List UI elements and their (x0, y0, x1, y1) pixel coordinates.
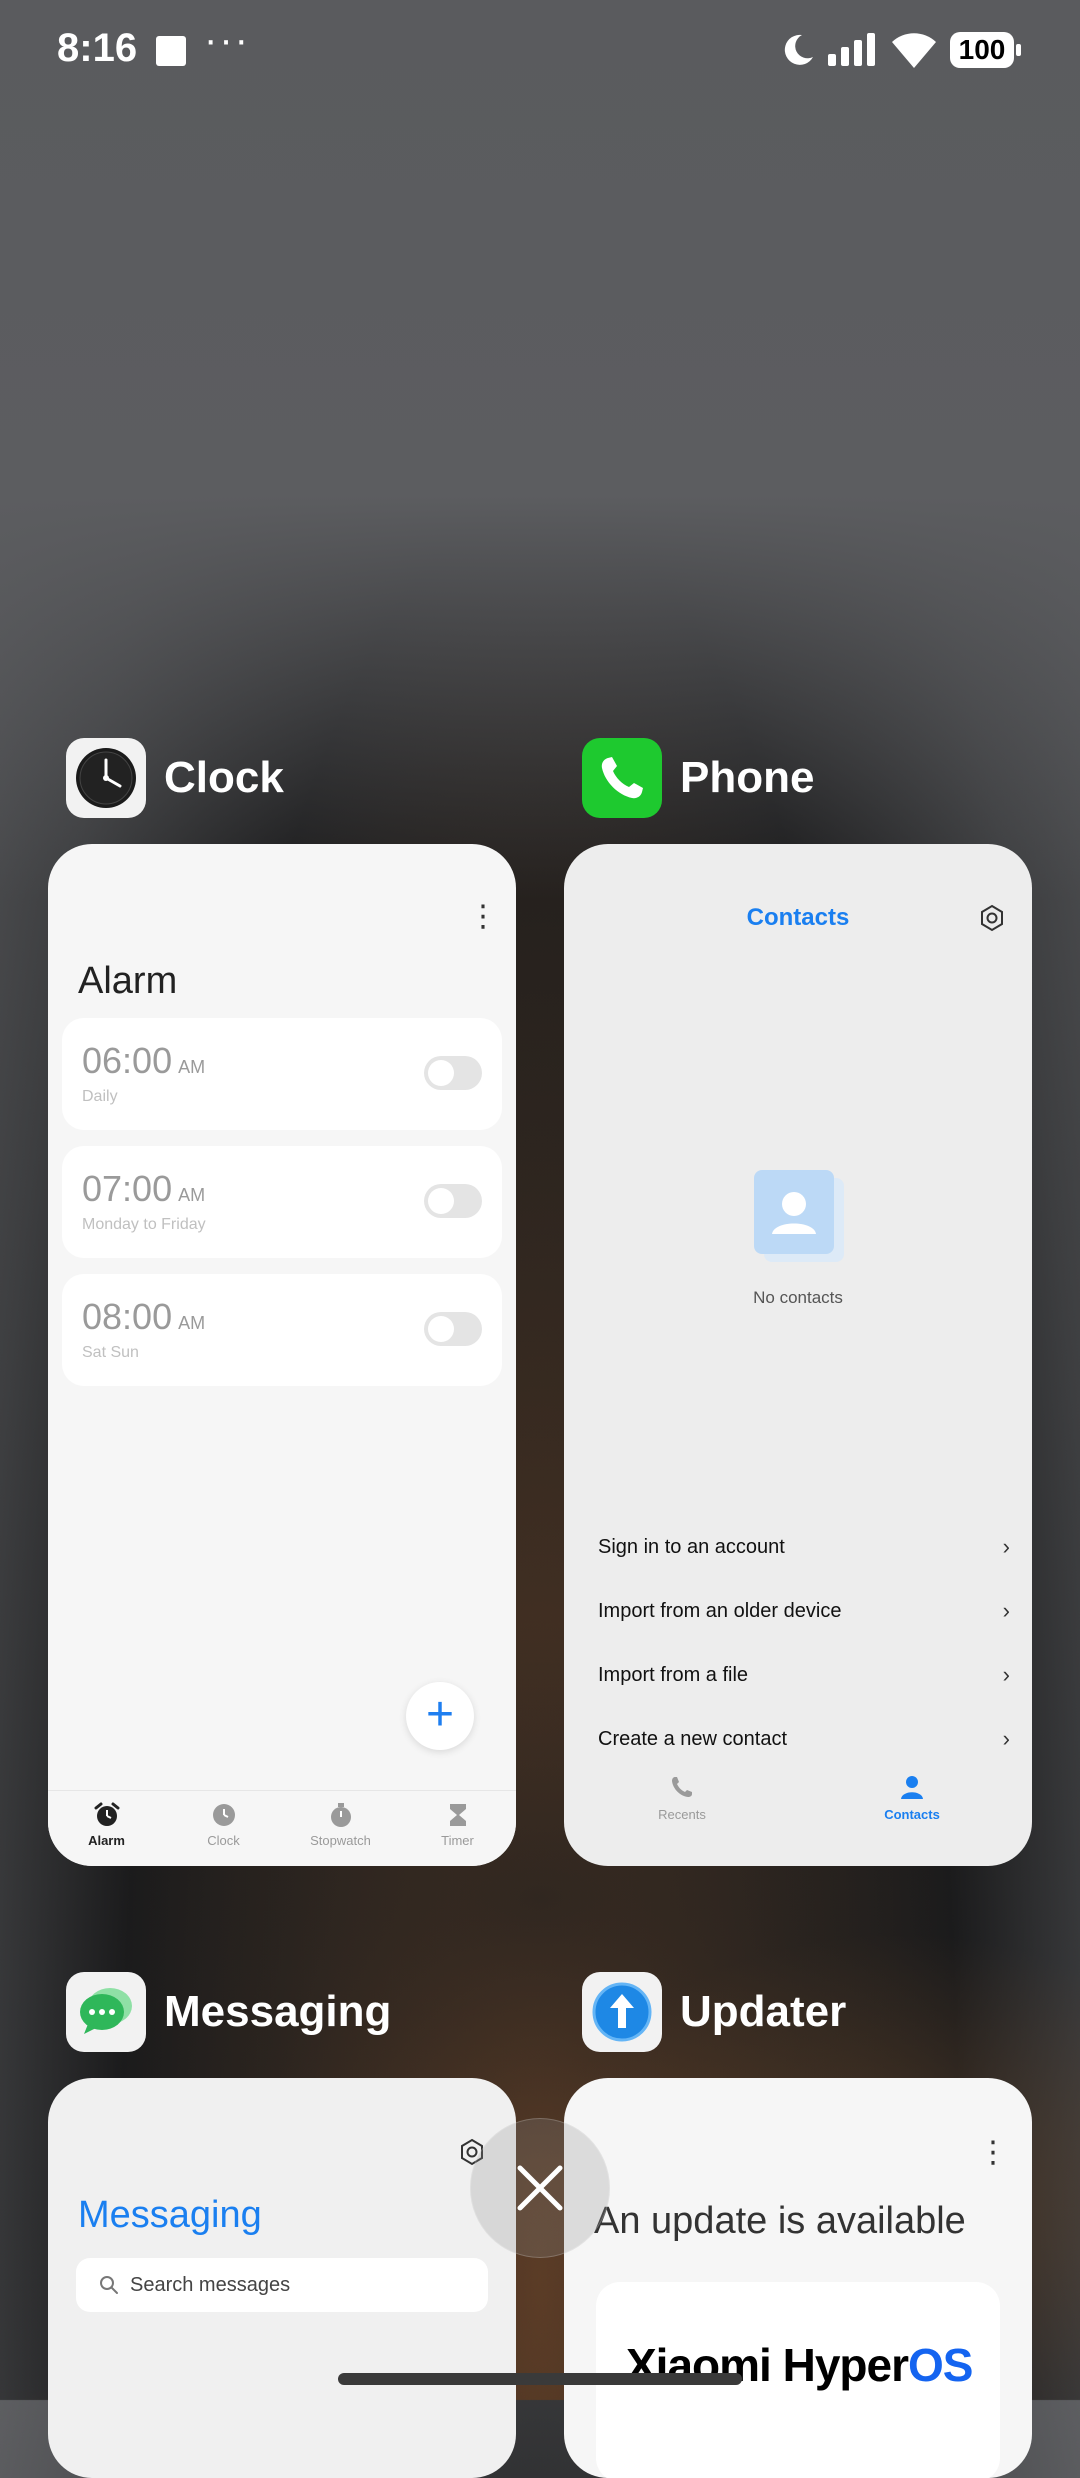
stopwatch-icon (330, 1803, 351, 1827)
alarm-clock-icon (94, 1802, 119, 1826)
add-alarm-button[interactable]: + (406, 1682, 474, 1750)
tab-label: Stopwatch (310, 1833, 371, 1848)
alarm-ampm: AM (178, 1057, 206, 1077)
messaging-app-icon (66, 1972, 146, 2052)
menu-label: Import from a file (598, 1664, 749, 1686)
page-title: Contacts (746, 904, 850, 931)
status-bar: 8:16 ··· 100 (0, 0, 1080, 110)
page-title: Alarm (78, 960, 178, 1002)
chevron-right-icon: › (1002, 1662, 1010, 1687)
phone-app-icon (582, 738, 662, 818)
menu-label: Import from an older device (598, 1600, 842, 1622)
alarm-item[interactable]: 08:00 AM Sat Sun (62, 1274, 502, 1386)
phone-icon (672, 1777, 692, 1797)
menu-create-contact[interactable]: Create a new contact › (598, 1726, 1010, 1751)
alarm-ampm: AM (178, 1185, 206, 1205)
tab-label: Clock (207, 1833, 240, 1848)
updater-app-icon (582, 1972, 662, 2052)
app-header-updater[interactable]: Updater (582, 1972, 846, 2052)
app-name: Updater (680, 1987, 847, 2036)
more-options-icon[interactable]: ⋮ (468, 902, 498, 932)
page-title: An update is available (594, 2200, 966, 2242)
menu-label: Create a new contact (598, 1728, 787, 1750)
clear-all-button[interactable] (470, 2118, 610, 2258)
app-name: Messaging (164, 1987, 392, 2036)
alarm-toggle[interactable] (424, 1184, 482, 1218)
alarm-repeat: Daily (82, 1088, 118, 1105)
clock-icon (212, 1804, 235, 1826)
bottom-tab-bar: Alarm Clock Stopwatch Timer (48, 1790, 516, 1866)
tab-label: Alarm (88, 1833, 125, 1848)
app-header-phone[interactable]: Phone (582, 738, 814, 818)
menu-sign-in[interactable]: Sign in to an account › (598, 1534, 1010, 1559)
search-placeholder: Search messages (130, 2273, 291, 2296)
battery-tip (1016, 44, 1021, 56)
tab-recents[interactable]: Recents (622, 1774, 742, 1822)
empty-state-text: No contacts (753, 1288, 843, 1307)
updater-app-card[interactable]: ⋮ An update is available Xiaomi HyperOS (564, 2078, 1032, 2478)
clock-app-icon (66, 738, 146, 818)
tab-label: Contacts (884, 1807, 940, 1822)
battery-indicator: 100 (950, 32, 1014, 68)
app-header-clock[interactable]: Clock (66, 738, 284, 818)
alarm-item[interactable]: 07:00 AM Monday to Friday (62, 1146, 502, 1258)
app-name: Phone (680, 753, 815, 802)
more-notifications-icon: ··· (204, 18, 250, 62)
search-input[interactable]: Search messages (76, 2258, 488, 2312)
tab-clock[interactable]: Clock (165, 1791, 282, 1866)
app-name: Clock (164, 753, 284, 802)
tab-contacts[interactable]: Contacts (852, 1774, 972, 1822)
stop-icon (156, 36, 186, 66)
home-indicator[interactable] (338, 2373, 742, 2385)
menu-label: Sign in to an account (598, 1536, 785, 1558)
settings-gear-icon[interactable] (978, 904, 1006, 932)
wifi-icon (892, 33, 936, 68)
page-title: Messaging (78, 2194, 262, 2236)
messaging-app-card[interactable]: Messaging Search messages (48, 2078, 516, 2478)
tab-timer[interactable]: Timer (399, 1791, 516, 1866)
signal-icon (828, 33, 875, 66)
status-time: 8:16 (57, 26, 138, 70)
contact-card-icon (754, 1170, 844, 1262)
moon-icon (784, 34, 813, 65)
chevron-right-icon: › (1002, 1534, 1010, 1559)
tab-label: Recents (658, 1807, 706, 1822)
more-options-icon[interactable]: ⋮ (978, 2138, 1008, 2168)
hourglass-icon (449, 1804, 466, 1826)
tab-label: Timer (441, 1833, 474, 1848)
chevron-right-icon: › (1002, 1726, 1010, 1751)
alarm-ampm: AM (178, 1313, 206, 1333)
app-header-messaging[interactable]: Messaging (66, 1972, 391, 2052)
phone-app-card[interactable]: Contacts No contacts Sign in to an accou… (564, 844, 1032, 1866)
alarm-item[interactable]: 06:00 AM Daily (62, 1018, 502, 1130)
person-icon (901, 1776, 923, 1799)
menu-import-older-device[interactable]: Import from an older device › (598, 1598, 1010, 1623)
close-icon (517, 2165, 563, 2211)
alarm-toggle[interactable] (424, 1056, 482, 1090)
alarm-toggle[interactable] (424, 1312, 482, 1346)
search-icon (100, 2276, 118, 2294)
tab-stopwatch[interactable]: Stopwatch (282, 1791, 399, 1866)
alarm-time: 08:00 AM (82, 1296, 206, 1337)
alarm-repeat: Sat Sun (82, 1344, 139, 1361)
clock-app-card[interactable]: ⋮ Alarm 06:00 AM Daily 07:00 AM Monday to … (48, 844, 516, 1866)
alarm-time: 07:00 AM (82, 1168, 206, 1209)
alarm-time: 06:00 AM (82, 1040, 206, 1081)
chevron-right-icon: › (1002, 1598, 1010, 1623)
menu-import-file[interactable]: Import from a file › (598, 1662, 1010, 1687)
alarm-repeat: Monday to Friday (82, 1216, 206, 1233)
tab-alarm[interactable]: Alarm (48, 1791, 165, 1866)
